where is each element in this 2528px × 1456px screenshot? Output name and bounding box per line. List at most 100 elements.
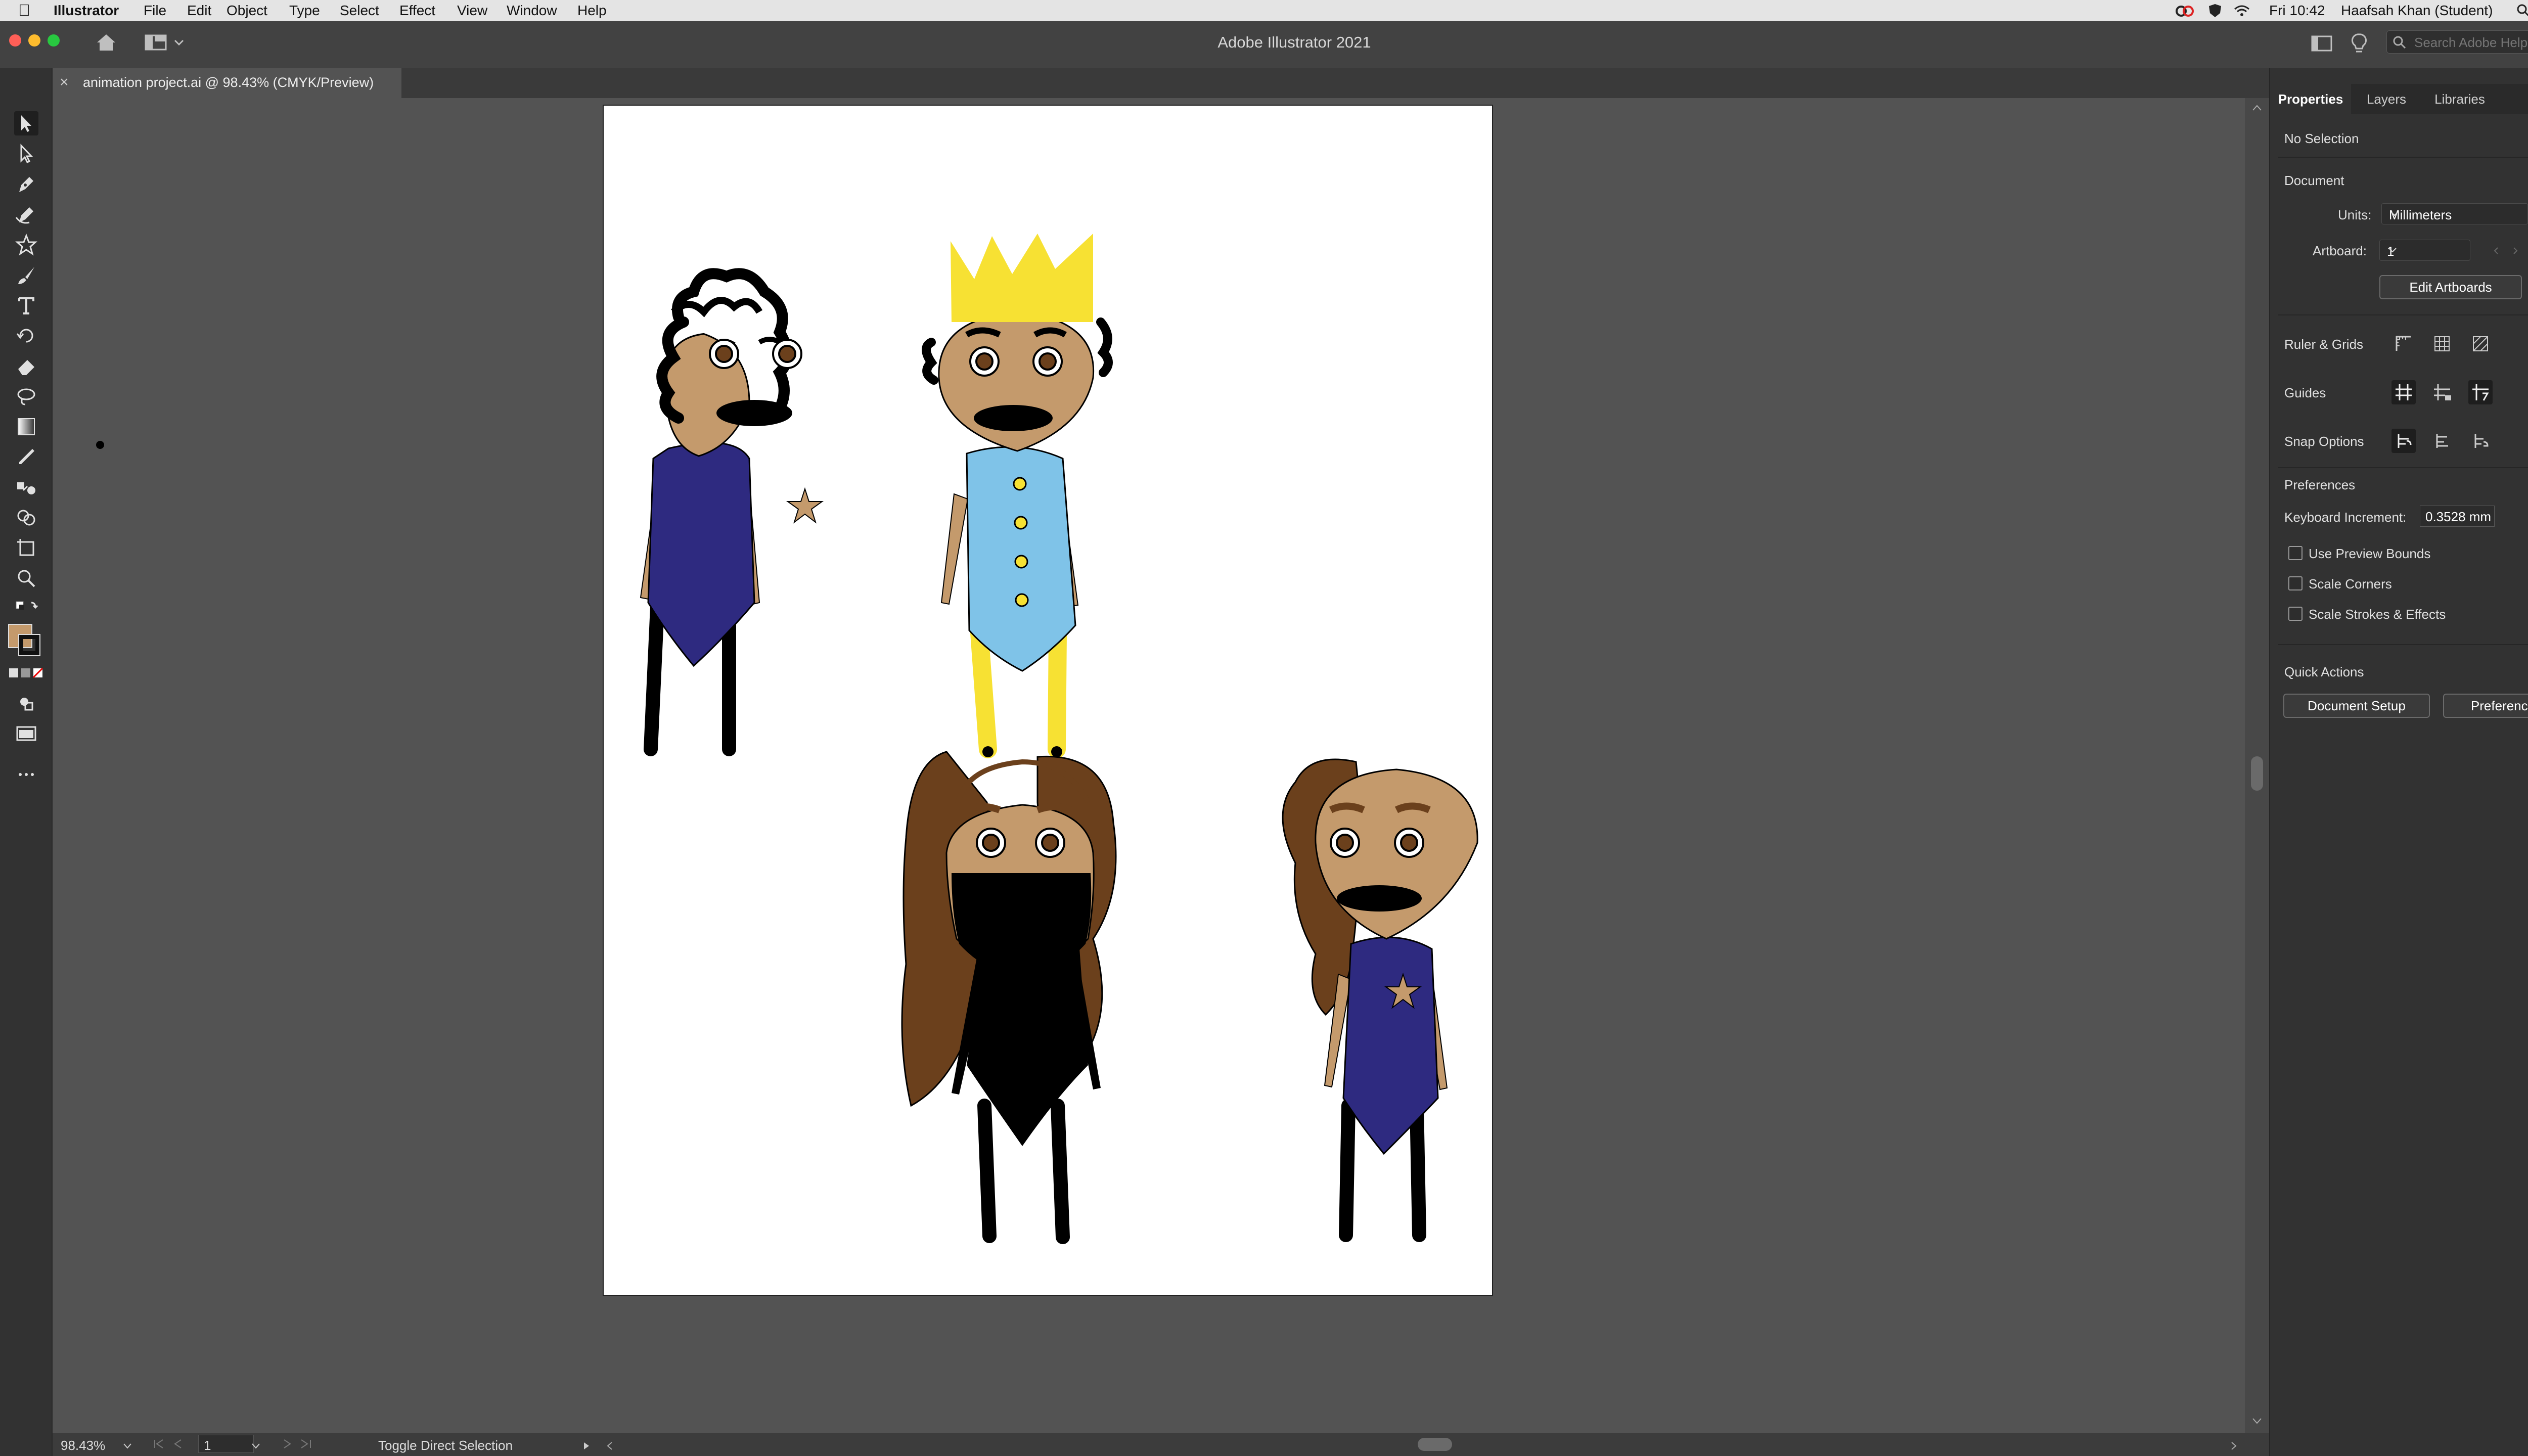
lasso-tool-icon[interactable] xyxy=(14,384,38,408)
horizontal-scroll-thumb[interactable] xyxy=(1418,1438,1452,1451)
grid-icon[interactable] xyxy=(2430,332,2454,356)
arrange-documents-icon[interactable] xyxy=(2311,33,2333,56)
smart-guides-icon[interactable] xyxy=(2468,380,2493,404)
tab-properties[interactable]: Properties xyxy=(2270,84,2351,114)
selection-status: No Selection xyxy=(2284,131,2359,146)
artboard-dropdown-chevron-icon[interactable] xyxy=(251,1439,261,1454)
units-label: Units: xyxy=(2338,207,2372,222)
shape-builder-tool-icon[interactable] xyxy=(14,506,38,530)
spotlight-icon[interactable] xyxy=(2516,3,2528,22)
wifi-icon[interactable] xyxy=(2233,3,2251,22)
zoom-tool-icon[interactable] xyxy=(14,566,38,590)
use-preview-bounds-label: Use Preview Bounds xyxy=(2309,546,2431,561)
scale-strokes-checkbox[interactable] xyxy=(2288,607,2303,621)
transparency-grid-icon[interactable] xyxy=(2468,332,2493,356)
menu-type[interactable]: Type xyxy=(289,3,320,19)
artwork[interactable] xyxy=(603,105,1493,1296)
user-name[interactable]: Haafsah Khan (Student) xyxy=(2341,3,2493,19)
more-tools-icon[interactable] xyxy=(14,762,38,787)
stroke-color-swatch[interactable] xyxy=(18,634,40,656)
artboard-dropdown[interactable]: 1 xyxy=(2379,240,2470,261)
tab-layers[interactable]: Layers xyxy=(2351,84,2422,114)
artboard-tool-icon[interactable] xyxy=(14,536,38,560)
scale-corners-checkbox[interactable] xyxy=(2288,576,2303,590)
divider xyxy=(2278,467,2528,468)
edit-artboards-button[interactable]: Edit Artboards xyxy=(2379,275,2522,299)
gradient-tool-icon[interactable] xyxy=(14,415,38,439)
character-niqab[interactable] xyxy=(901,751,1117,1244)
selection-tool-icon[interactable] xyxy=(14,111,38,135)
ruler-icon[interactable] xyxy=(2391,332,2416,356)
chevron-down-icon xyxy=(2387,242,2465,261)
divider xyxy=(2278,157,2528,158)
menu-file[interactable]: File xyxy=(144,3,166,19)
menu-effect[interactable]: Effect xyxy=(399,3,435,19)
eraser-tool-icon[interactable] xyxy=(14,354,38,378)
artboard-label: Artboard: xyxy=(2313,243,2367,258)
eyedropper-tool-icon[interactable] xyxy=(14,445,38,469)
tab-libraries[interactable]: Libraries xyxy=(2422,84,2498,114)
scroll-left-icon[interactable] xyxy=(606,1439,614,1454)
clock[interactable]: Fri 10:42 xyxy=(2269,3,2325,19)
paintbrush-tool-icon[interactable] xyxy=(14,263,38,287)
rotate-tool-icon[interactable] xyxy=(14,324,38,348)
document-setup-button[interactable]: Document Setup xyxy=(2283,694,2430,718)
use-preview-bounds-checkbox[interactable] xyxy=(2288,546,2303,560)
type-tool-icon[interactable] xyxy=(14,293,38,317)
vertical-scrollbar[interactable] xyxy=(2245,98,2269,1433)
curvature-tool-icon[interactable] xyxy=(14,202,38,226)
preferences-button[interactable]: Preferences xyxy=(2443,694,2528,718)
direct-selection-tool-icon[interactable] xyxy=(14,142,38,166)
menu-help[interactable]: Help xyxy=(577,3,607,19)
snap-to-glyph-icon[interactable] xyxy=(2468,429,2493,453)
status-bar: 98.43% 1 Toggle Direct Selection xyxy=(53,1433,2269,1456)
scroll-right-icon[interactable] xyxy=(2230,1439,2238,1454)
document-heading: Document xyxy=(2284,173,2344,188)
apple-icon[interactable]:  xyxy=(18,1,30,20)
show-guides-icon[interactable] xyxy=(2391,380,2416,404)
scroll-up-icon[interactable] xyxy=(2252,104,2262,114)
help-search-box[interactable] xyxy=(2386,30,2528,54)
menu-select[interactable]: Select xyxy=(340,3,379,19)
creative-cloud-icon[interactable] xyxy=(2174,3,2195,22)
chevron-down-icon xyxy=(2389,206,2522,224)
menu-view[interactable]: View xyxy=(457,3,487,19)
screen-mode-icon[interactable] xyxy=(14,722,38,746)
star-tool-icon[interactable] xyxy=(14,233,38,257)
discover-lightbulb-icon[interactable] xyxy=(2350,32,2368,57)
close-tab-icon[interactable]: × xyxy=(60,74,69,91)
menu-app-name[interactable]: Illustrator xyxy=(54,3,119,19)
snap-to-point-icon[interactable] xyxy=(2391,429,2416,453)
units-dropdown[interactable]: Millimeters xyxy=(2381,203,2528,224)
menu-window[interactable]: Window xyxy=(507,3,557,19)
help-search-input[interactable] xyxy=(2413,34,2528,51)
keyboard-increment-input[interactable]: 0.3528 mm xyxy=(2420,506,2495,527)
character-side-hair[interactable] xyxy=(1282,758,1478,1242)
menu-edit[interactable]: Edit xyxy=(187,3,211,19)
menu-object[interactable]: Object xyxy=(227,3,267,19)
next-artboard-icon[interactable] xyxy=(279,1437,325,1454)
snap-to-pixel-icon[interactable] xyxy=(2430,429,2454,453)
color-mode-icons[interactable] xyxy=(8,666,44,681)
character-curly-hair[interactable] xyxy=(640,268,824,756)
blend-tool-icon[interactable] xyxy=(14,475,38,499)
document-tab[interactable]: × animation project.ai @ 98.43% (CMYK/Pr… xyxy=(53,68,401,98)
character-crown[interactable] xyxy=(922,234,1113,758)
artboard-prev-next-icon[interactable] xyxy=(2491,244,2521,261)
first-artboard-icon[interactable] xyxy=(152,1437,197,1454)
swap-fill-stroke-icon[interactable] xyxy=(14,597,38,615)
draw-mode-icon[interactable] xyxy=(14,692,38,716)
artboard-number-input[interactable]: 1 xyxy=(198,1435,254,1453)
divider xyxy=(2278,644,2528,645)
lock-guides-icon[interactable] xyxy=(2430,380,2454,404)
zoom-level[interactable]: 98.43% xyxy=(61,1438,105,1453)
stray-point[interactable] xyxy=(96,441,104,449)
pen-tool-icon[interactable] xyxy=(14,172,38,196)
artboard-number: 1 xyxy=(204,1438,211,1453)
status-menu-arrow-icon[interactable] xyxy=(581,1439,592,1454)
vertical-scroll-thumb[interactable] xyxy=(2251,756,2263,791)
zoom-dropdown-chevron-icon[interactable] xyxy=(122,1439,132,1454)
scroll-down-icon[interactable] xyxy=(2252,1418,2262,1427)
shield-icon[interactable] xyxy=(2207,3,2223,22)
app-title: Adobe Illustrator 2021 xyxy=(1217,33,1371,51)
